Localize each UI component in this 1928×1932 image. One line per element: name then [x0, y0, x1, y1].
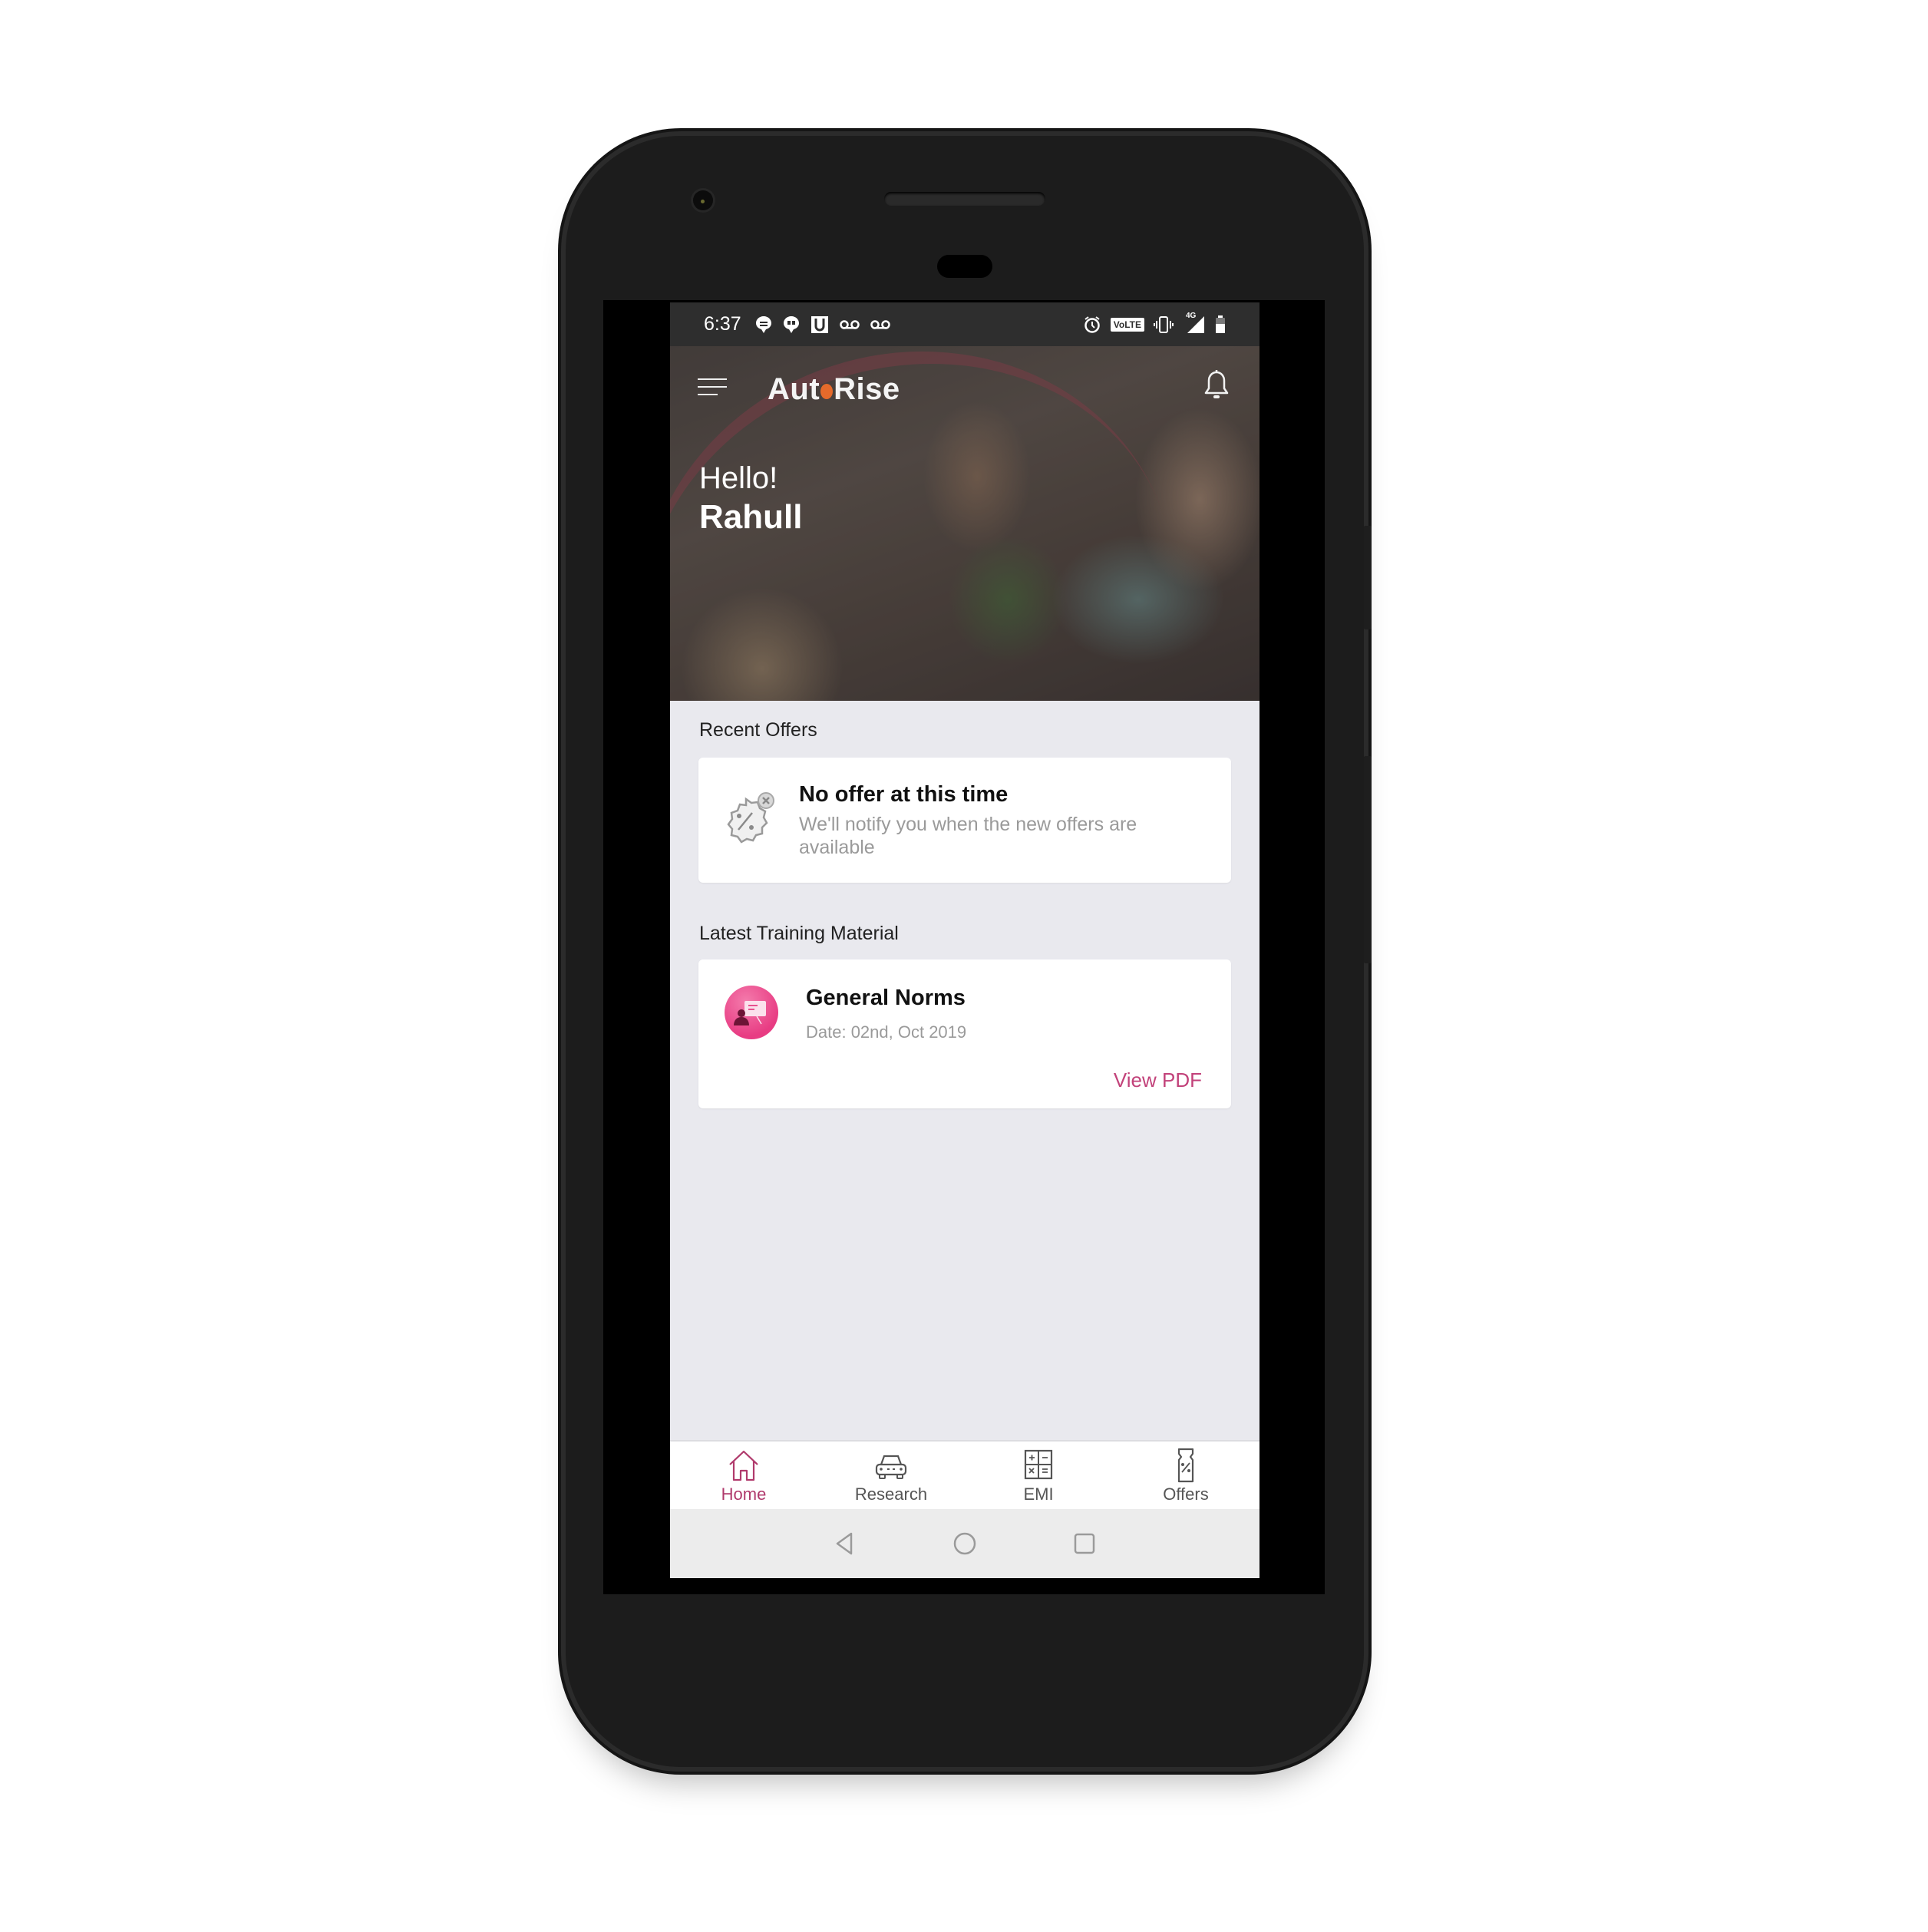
voicemail-icon: [870, 319, 890, 329]
calculator-icon: [1024, 1449, 1053, 1480]
status-bar: 6:37 VoLTE 4G: [670, 302, 1259, 346]
network-type-label: 4G: [1186, 311, 1197, 320]
logo-text-part1: Aut: [768, 372, 820, 406]
front-camera: [693, 190, 713, 210]
status-time: 6:37: [704, 313, 741, 335]
voicemail-icon: [839, 319, 860, 329]
menu-icon[interactable]: [698, 377, 727, 397]
hero-banner: Aut Rise Hello! Rahull: [670, 302, 1259, 915]
back-icon[interactable]: [831, 1530, 859, 1557]
home-circle-icon[interactable]: [951, 1530, 979, 1557]
u-app-icon: [810, 315, 828, 333]
volte-badge: VoLTE: [1110, 317, 1144, 332]
nav-home-label: Home: [721, 1485, 767, 1504]
signal-4g-icon: 4G: [1183, 311, 1206, 335]
car-icon: [875, 1455, 907, 1479]
notification-bell-icon[interactable]: [1203, 369, 1230, 401]
training-date: Date: 02nd, Oct 2019: [806, 1022, 967, 1042]
app-screen: 6:37 VoLTE 4G Aut Rise Hello! Rahull Rec…: [670, 302, 1259, 1578]
logo-accent-icon: [820, 383, 834, 399]
volume-button: [1364, 756, 1372, 963]
nav-research-label: Research: [854, 1485, 928, 1504]
bottom-navigation: Home Research EMI Offers: [670, 1440, 1259, 1511]
home-icon: [729, 1450, 758, 1481]
alarm-icon: [1084, 315, 1100, 333]
power-button: [1364, 526, 1372, 629]
view-pdf-link[interactable]: View PDF: [1114, 1068, 1202, 1092]
earpiece-speaker: [884, 192, 1045, 206]
vibrate-icon: [1154, 315, 1174, 333]
nav-emi-label: EMI: [1023, 1485, 1054, 1504]
greeting-text: Hello!: [699, 461, 778, 495]
nav-emi[interactable]: EMI: [965, 1442, 1112, 1511]
battery-icon: [1216, 315, 1225, 333]
recents-icon[interactable]: [1071, 1530, 1098, 1557]
user-name: Rahull: [699, 498, 803, 536]
training-card[interactable]: General Norms Date: 02nd, Oct 2019 View …: [698, 959, 1231, 1108]
app-logo: Aut Rise: [768, 372, 900, 407]
proximity-sensor: [937, 255, 992, 278]
nav-offers-label: Offers: [1163, 1485, 1209, 1504]
notification-icons: [755, 315, 890, 334]
nav-home[interactable]: Home: [670, 1442, 817, 1511]
nav-research[interactable]: Research: [817, 1442, 965, 1511]
presentation-icon: [725, 986, 778, 1039]
hangouts-icon: [783, 315, 799, 333]
logo-text-part2: Rise: [834, 372, 900, 406]
system-navigation-bar: [670, 1509, 1259, 1578]
coupon-icon: [1177, 1448, 1194, 1483]
system-status-icons: VoLTE 4G: [1083, 311, 1226, 335]
nav-offers[interactable]: Offers: [1112, 1442, 1259, 1511]
message-icon: [755, 315, 771, 333]
training-section-title: Latest Training Material: [699, 923, 899, 944]
training-title: General Norms: [806, 986, 966, 1010]
